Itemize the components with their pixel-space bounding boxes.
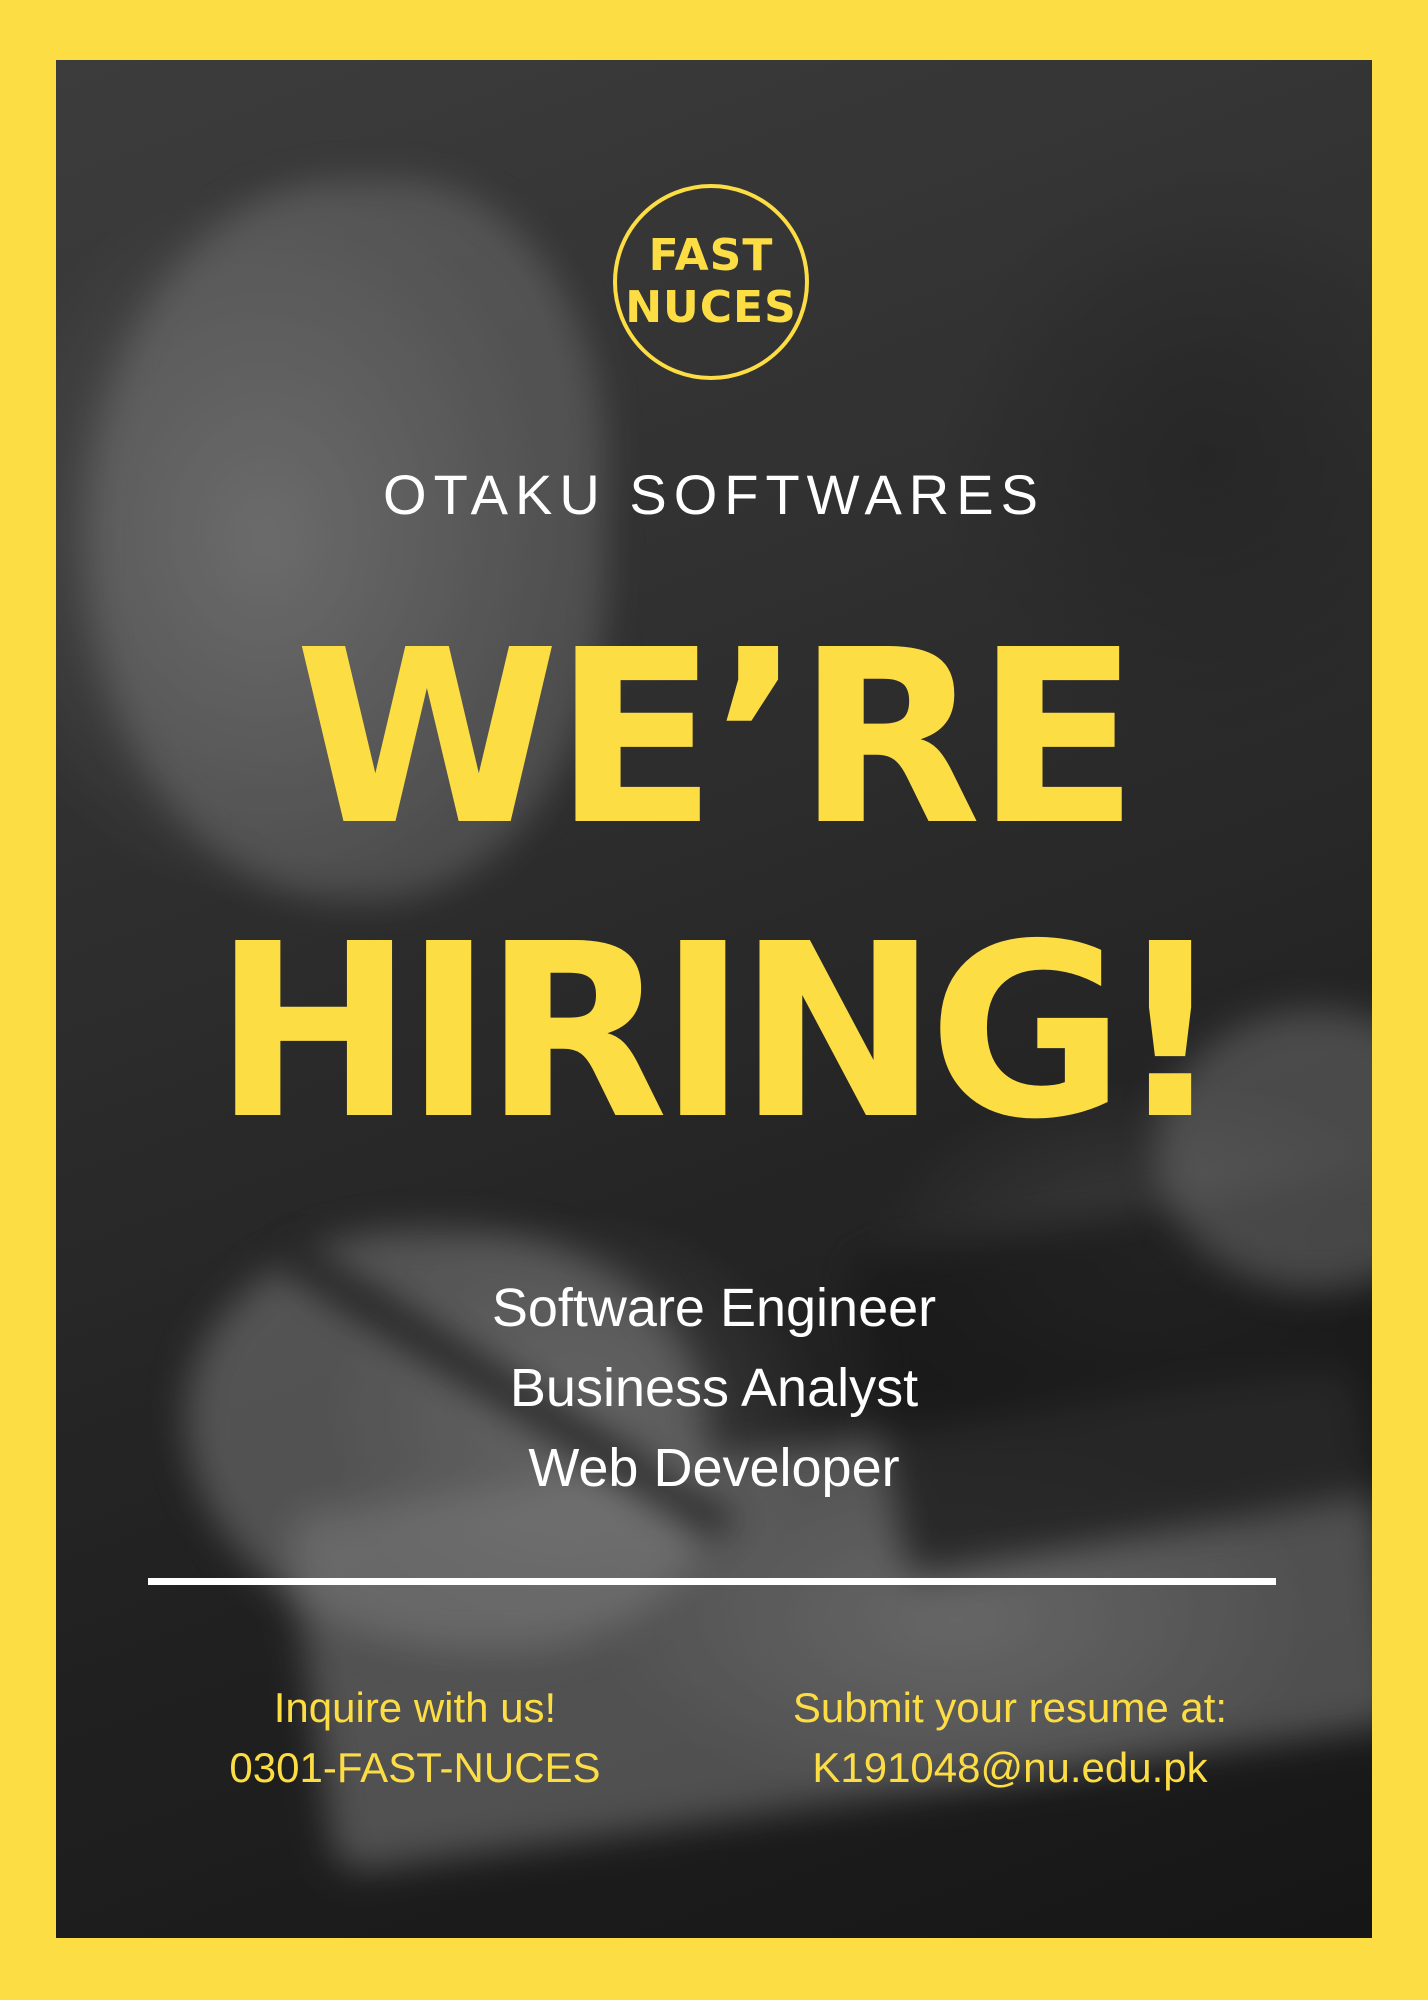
company-name: OTAKU SOFTWARES — [383, 463, 1045, 526]
resume-contact: Submit your resume at: K191048@nu.edu.pk — [740, 1678, 1280, 1798]
inquire-label: Inquire with us! — [273, 1684, 557, 1731]
job-position: Business Analyst — [509, 1358, 919, 1418]
hiring-poster: FAST NUCES OTAKU SOFTWARES WE’RE HIRING!… — [0, 0, 1428, 2000]
headline-line-2: HIRING! — [213, 892, 1225, 1172]
email-address: K191048@nu.edu.pk — [812, 1744, 1208, 1791]
logo-line-1: FAST — [648, 230, 774, 281]
submit-resume-label: Submit your resume at: — [792, 1684, 1228, 1731]
inquiry-contact: Inquire with us! 0301-FAST-NUCES — [170, 1678, 660, 1798]
job-positions-list: Software Engineer Business Analyst Web D… — [56, 1268, 1372, 1508]
fast-nuces-logo: FAST NUCES — [613, 184, 809, 380]
job-position: Web Developer — [528, 1438, 900, 1498]
divider-line — [148, 1578, 1276, 1585]
phone-number: 0301-FAST-NUCES — [229, 1744, 601, 1791]
job-position: Software Engineer — [491, 1278, 937, 1338]
logo-line-2: NUCES — [625, 282, 797, 333]
headline-line-1: WE’RE — [294, 598, 1140, 878]
